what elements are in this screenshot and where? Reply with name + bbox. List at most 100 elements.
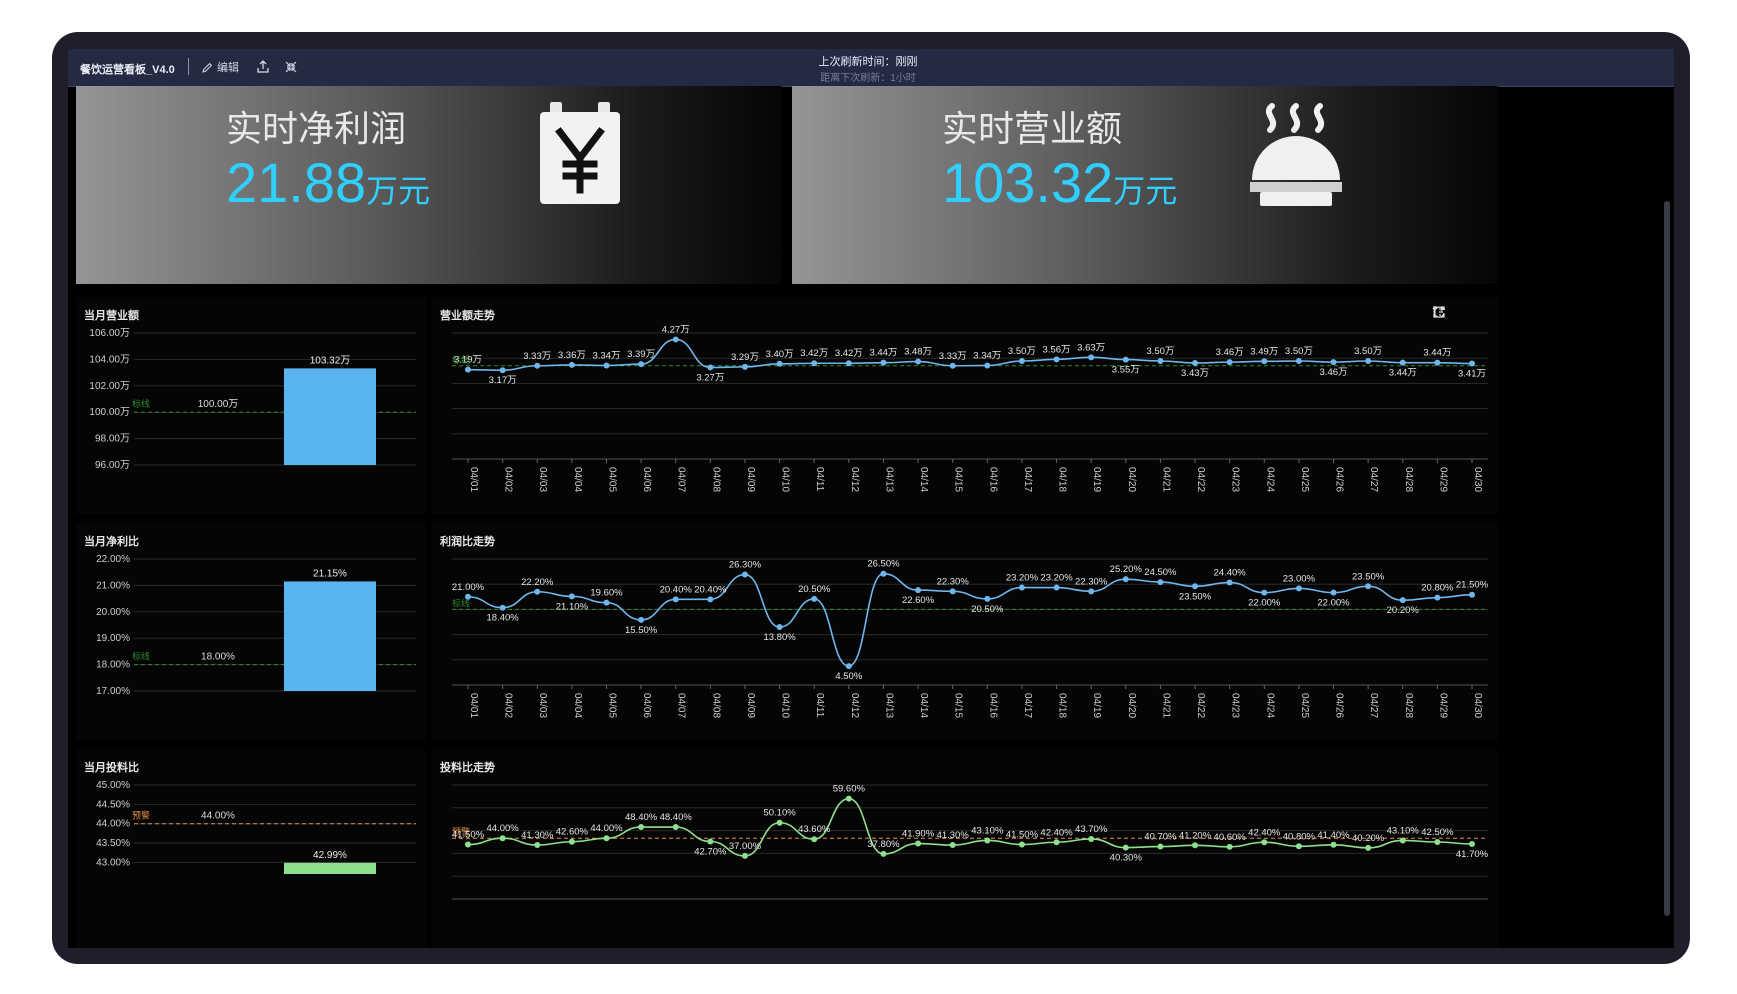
- x-tick-label: 04/10: [780, 693, 791, 718]
- x-tick-label: 04/27: [1368, 467, 1379, 492]
- x-tick-label: 04/22: [1195, 693, 1206, 718]
- kpi-unit: 万元: [1113, 173, 1178, 209]
- data-point: [1330, 359, 1337, 366]
- kpi-number: 21.88: [226, 151, 367, 214]
- x-tick-label: 04/12: [849, 693, 860, 718]
- x-tick-label: 04/11: [814, 693, 825, 718]
- data-label: 48.40%: [660, 812, 693, 823]
- data-label: 20.40%: [694, 584, 727, 595]
- y-tick-label: 100.00万: [89, 407, 130, 418]
- data-point: [984, 362, 991, 369]
- data-point: [845, 663, 852, 670]
- bar: [284, 368, 376, 465]
- y-tick-label: 21.00%: [96, 580, 130, 591]
- data-label: 21.00%: [452, 582, 485, 593]
- data-point: [880, 570, 887, 577]
- next-refresh-time: 距离下次刷新：1小时: [820, 73, 916, 84]
- y-tick-label: 44.50%: [96, 799, 130, 810]
- data-point: [672, 336, 679, 343]
- data-point: [880, 359, 887, 366]
- last-refresh-time: 上次刷新时间：刚刚: [818, 56, 918, 68]
- y-tick-label: 22.00%: [96, 554, 130, 565]
- data-label: 44.00%: [487, 823, 520, 834]
- y-tick-label: 106.00万: [89, 328, 130, 339]
- data-point: [672, 824, 679, 831]
- data-point: [1434, 839, 1441, 845]
- data-label: 43.10%: [1387, 825, 1420, 836]
- data-point: [1192, 842, 1199, 849]
- data-label: 22.30%: [937, 576, 970, 587]
- data-label: 42.60%: [556, 827, 589, 838]
- x-tick-label: 04/01: [468, 693, 479, 718]
- x-tick-label: 04/26: [1334, 693, 1345, 718]
- x-tick-label: 04/04: [572, 693, 583, 718]
- data-label: 20.40%: [660, 584, 693, 595]
- bar-chart: 22.00%21.00%20.00%19.00%18.00%17.00%标线 18…: [96, 554, 416, 697]
- data-point: [1295, 843, 1302, 850]
- device-frame: 餐饮运营看板_V4.0 编辑 上次刷新时间：刚刚 距离下次刷新：1小时 实时净利…: [52, 32, 1690, 964]
- data-point: [1261, 358, 1268, 365]
- data-label: 40.30%: [1110, 853, 1143, 864]
- data-label: 41.90%: [902, 829, 935, 840]
- data-point: [638, 361, 645, 368]
- x-tick-label: 04/05: [606, 467, 617, 492]
- reference-value-label: 44.00%: [201, 811, 235, 822]
- dashboard-title: 餐饮运营看板_V4.0: [80, 64, 175, 76]
- x-tick-label: 04/07: [676, 693, 687, 718]
- x-tick-label: 04/24: [1264, 693, 1275, 718]
- data-point: [1365, 583, 1372, 590]
- data-label: 59.60%: [833, 784, 866, 795]
- data-point: [1469, 591, 1475, 598]
- x-tick-label: 04/18: [1057, 467, 1068, 492]
- y-tick-label: 19.00%: [96, 633, 130, 644]
- collapse-icon: [285, 61, 297, 73]
- data-point: [603, 835, 610, 842]
- x-tick-label: 04/27: [1368, 693, 1379, 718]
- y-tick-label: 96.00万: [95, 460, 130, 471]
- data-label: 23.20%: [1040, 573, 1073, 584]
- x-tick-label: 04/15: [953, 693, 964, 718]
- data-point: [1469, 841, 1475, 848]
- kpi-title: 实时净利润: [226, 108, 407, 149]
- data-label: 3.33万: [939, 351, 967, 362]
- data-point: [949, 362, 956, 369]
- x-tick-label: 04/29: [1437, 467, 1448, 492]
- data-label: 22.20%: [521, 577, 554, 588]
- y-tick-label: 104.00万: [89, 354, 130, 365]
- data-label: 3.50万: [1354, 346, 1382, 357]
- data-label: 22.00%: [1317, 598, 1350, 609]
- exit-fullscreen-button[interactable]: [282, 58, 300, 76]
- data-label: 20.50%: [971, 604, 1004, 615]
- data-label: 3.43万: [1181, 368, 1209, 379]
- data-point: [672, 596, 679, 603]
- data-point: [707, 364, 714, 371]
- data-point: [1157, 579, 1164, 586]
- data-label: 22.60%: [902, 595, 935, 606]
- panel-profit-trend: 利润比走势 标线 21.00% 18.40% 22.20% 21.10% 19.60% 15…: [432, 523, 1498, 740]
- edit-button[interactable]: 编辑: [202, 57, 239, 77]
- vertical-scrollbar[interactable]: [1664, 201, 1670, 916]
- data-label: 26.50%: [867, 559, 900, 570]
- data-label: 23.20%: [1006, 573, 1039, 584]
- data-label: 3.27万: [696, 372, 724, 383]
- data-label: 3.50万: [1285, 346, 1313, 357]
- data-label: 15.50%: [625, 625, 658, 636]
- x-tick-label: 04/09: [745, 693, 756, 718]
- data-label: 3.55万: [1112, 365, 1140, 376]
- data-point: [811, 836, 818, 843]
- data-label: 40.70%: [1144, 832, 1177, 843]
- data-point: [741, 363, 748, 370]
- share-button[interactable]: [254, 58, 272, 76]
- x-tick-label: 04/06: [641, 693, 652, 718]
- bar-value-label: 21.15%: [313, 568, 347, 579]
- panel-profit-month: 当月净利比 22.00% 21.00% 20.00% 19.00% 18.00% 17.0…: [76, 523, 426, 740]
- data-label: 22.30%: [1075, 576, 1108, 587]
- data-label: 43.10%: [971, 825, 1004, 836]
- data-label: 42.40%: [1040, 827, 1073, 838]
- kpi-value: 21.88万元: [226, 150, 430, 215]
- data-point: [915, 587, 922, 594]
- panel-revenue-trend: 营业额走势 标线 3.19万 3.17万 3.33万 3.36万 3.34万 3.39万 4.…: [432, 297, 1498, 514]
- data-point: [568, 838, 575, 845]
- data-point: [984, 837, 991, 844]
- data-point: [915, 840, 922, 847]
